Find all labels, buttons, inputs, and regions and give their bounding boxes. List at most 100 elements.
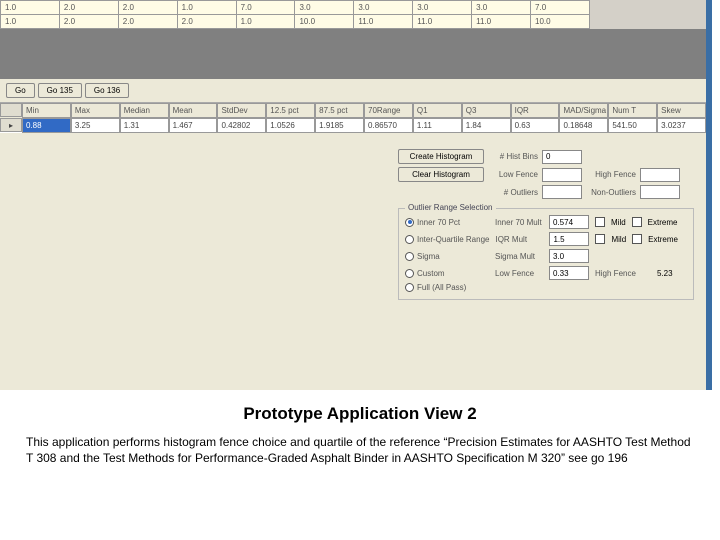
outliers-input[interactable]: [542, 185, 582, 199]
radio-custom[interactable]: [405, 269, 414, 278]
outlier-high-fence-label: High Fence: [595, 269, 651, 278]
clear-histogram-button[interactable]: Clear Histogram: [398, 167, 484, 182]
go-136-button[interactable]: Go 136: [85, 83, 129, 98]
cell[interactable]: 10.0: [295, 15, 354, 29]
val-skew[interactable]: 3.0237: [657, 118, 706, 133]
cell[interactable]: 3.0: [413, 1, 472, 15]
hist-bins-input[interactable]: [542, 150, 582, 164]
stats-header-row: Min Max Median Mean StdDev 12.5 pct 87.5…: [0, 102, 706, 118]
cell[interactable]: 2.0: [118, 1, 177, 15]
low-fence-label: Low Fence: [488, 170, 538, 179]
go-135-button[interactable]: Go 135: [38, 83, 82, 98]
cell[interactable]: 3.0: [354, 1, 413, 15]
radio-iqr[interactable]: [405, 235, 414, 244]
col-70range[interactable]: 70Range: [364, 103, 413, 118]
outlier-low-fence-input[interactable]: [549, 266, 589, 280]
high-fence-label: High Fence: [586, 170, 636, 179]
extreme-label-2: Extreme: [648, 235, 678, 244]
cell[interactable]: 2.0: [118, 15, 177, 29]
extreme-checkbox-1[interactable]: [632, 217, 642, 227]
iqr-mult-label: IQR Mult: [495, 235, 543, 244]
radio-sigma[interactable]: [405, 252, 414, 261]
controls-panel: Create Histogram # Hist Bins Clear Histo…: [0, 143, 706, 304]
table-row: 1.0 2.0 2.0 2.0 1.0 10.0 11.0 11.0 11.0 …: [1, 15, 590, 29]
cell[interactable]: 10.0: [531, 15, 590, 29]
create-histogram-button[interactable]: Create Histogram: [398, 149, 484, 164]
val-iqr[interactable]: 0.63: [511, 118, 560, 133]
val-70range[interactable]: 0.86570: [364, 118, 413, 133]
col-87-5-pct[interactable]: 87.5 pct: [315, 103, 364, 118]
val-12-5-pct[interactable]: 1.0526: [266, 118, 315, 133]
radio-iqr-label: Inter-Quartile Range: [417, 235, 489, 244]
val-q3[interactable]: 1.84: [462, 118, 511, 133]
non-outliers-input[interactable]: [640, 185, 680, 199]
sigma-mult-input[interactable]: [549, 249, 589, 263]
outlier-range-legend: Outlier Range Selection: [405, 203, 496, 212]
high-fence-input[interactable]: [640, 168, 680, 182]
col-num-t[interactable]: Num T: [608, 103, 657, 118]
sigma-mult-label: Sigma Mult: [495, 252, 543, 261]
col-mean[interactable]: Mean: [169, 103, 218, 118]
col-mad-sigma[interactable]: MAD/Sigma: [559, 103, 608, 118]
cell[interactable]: 1.0: [1, 15, 60, 29]
cell[interactable]: 2.0: [177, 15, 236, 29]
iqr-mult-input[interactable]: [549, 232, 589, 246]
val-max[interactable]: 3.25: [71, 118, 120, 133]
radio-full-pass-label: Full (All Pass): [417, 283, 466, 292]
hist-bins-label: # Hist Bins: [488, 152, 538, 161]
inner-70-mult-label: Inner 70 Mult: [495, 218, 543, 227]
cell[interactable]: 11.0: [354, 15, 413, 29]
val-q1[interactable]: 1.11: [413, 118, 462, 133]
cell[interactable]: 11.0: [413, 15, 472, 29]
cell[interactable]: 2.0: [59, 15, 118, 29]
val-num-t[interactable]: 541.50: [608, 118, 657, 133]
row-indicator[interactable]: ▸: [0, 118, 22, 132]
outlier-range-fieldset: Outlier Range Selection Inner 70 Pct Inn…: [398, 208, 694, 300]
mild-label-2: Mild: [611, 235, 626, 244]
cell[interactable]: 1.0: [1, 1, 60, 15]
radio-inner-70-pct[interactable]: [405, 218, 414, 227]
application-window: 1.0 2.0 2.0 1.0 7.0 3.0 3.0 3.0 3.0 7.0 …: [0, 0, 712, 390]
top-data-grid[interactable]: 1.0 2.0 2.0 1.0 7.0 3.0 3.0 3.0 3.0 7.0 …: [0, 0, 706, 29]
col-stddev[interactable]: StdDev: [217, 103, 266, 118]
cell[interactable]: 1.0: [236, 15, 295, 29]
val-median[interactable]: 1.31: [120, 118, 169, 133]
val-mean[interactable]: 1.467: [169, 118, 218, 133]
outliers-label: # Outliers: [488, 188, 538, 197]
low-fence-input[interactable]: [542, 168, 582, 182]
inner-70-mult-input[interactable]: [549, 215, 589, 229]
cell[interactable]: 11.0: [472, 15, 531, 29]
extreme-checkbox-2[interactable]: [632, 234, 642, 244]
col-iqr[interactable]: IQR: [511, 103, 560, 118]
val-87-5-pct[interactable]: 1.9185: [315, 118, 364, 133]
val-mad-sigma[interactable]: 0.18648: [559, 118, 608, 133]
non-outliers-label: Non-Outliers: [586, 188, 636, 197]
radio-custom-label: Custom: [417, 269, 445, 278]
col-q1[interactable]: Q1: [413, 103, 462, 118]
radio-sigma-label: Sigma: [417, 252, 440, 261]
stats-value-row: ▸ 0.88 3.25 1.31 1.467 0.42802 1.0526 1.…: [0, 118, 706, 133]
cell[interactable]: 7.0: [531, 1, 590, 15]
col-12-5-pct[interactable]: 12.5 pct: [266, 103, 315, 118]
col-max[interactable]: Max: [71, 103, 120, 118]
row-header-blank: [0, 103, 22, 117]
cell[interactable]: 1.0: [177, 1, 236, 15]
go-button[interactable]: Go: [6, 83, 35, 98]
table-row: 1.0 2.0 2.0 1.0 7.0 3.0 3.0 3.0 3.0 7.0: [1, 1, 590, 15]
col-q3[interactable]: Q3: [462, 103, 511, 118]
val-min[interactable]: 0.88: [22, 118, 71, 133]
col-skew[interactable]: Skew: [657, 103, 706, 118]
cell[interactable]: 3.0: [472, 1, 531, 15]
mild-label-1: Mild: [611, 218, 626, 227]
val-stddev[interactable]: 0.42802: [217, 118, 266, 133]
caption-body: This application performs histogram fenc…: [16, 434, 704, 472]
cell[interactable]: 3.0: [295, 1, 354, 15]
col-min[interactable]: Min: [22, 103, 71, 118]
cell[interactable]: 7.0: [236, 1, 295, 15]
mild-checkbox-2[interactable]: [595, 234, 605, 244]
cell[interactable]: 2.0: [59, 1, 118, 15]
col-median[interactable]: Median: [120, 103, 169, 118]
mild-checkbox-1[interactable]: [595, 217, 605, 227]
radio-full-pass[interactable]: [405, 283, 414, 292]
outlier-high-fence-value: 5.23: [657, 269, 673, 278]
